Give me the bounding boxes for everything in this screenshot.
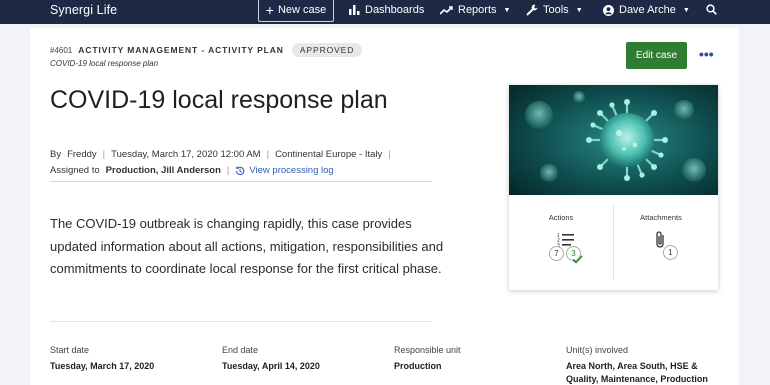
- start-date-value: Tuesday, March 17, 2020: [50, 361, 155, 371]
- nav-reports-label: Reports: [458, 4, 497, 16]
- card-divider: [613, 205, 614, 280]
- chevron-down-icon: ▼: [503, 6, 511, 14]
- case-info-line: By Freddy | Tuesday, March 17, 2020 12:0…: [50, 149, 391, 160]
- units-involved-field: Unit(s) involved Area North, Area South,…: [566, 345, 708, 385]
- divider: [50, 181, 432, 182]
- actions-total-count: 7: [549, 246, 564, 261]
- nav-reports[interactable]: Reports ▼: [440, 4, 510, 16]
- separator: |: [388, 149, 391, 160]
- case-author[interactable]: Freddy: [67, 149, 97, 160]
- edit-case-button[interactable]: Edit case: [626, 42, 687, 69]
- responsible-unit-value: Production: [394, 361, 442, 371]
- divider: [50, 321, 432, 322]
- assigned-to: Production, Jill Anderson: [105, 165, 221, 176]
- assigned-label: Assigned to: [50, 165, 100, 176]
- units-involved-value-line1: Area North, Area South, HSE &: [566, 361, 698, 371]
- view-processing-log-label: View processing log: [249, 165, 334, 176]
- view-processing-log-link[interactable]: View processing log: [235, 165, 334, 176]
- start-date-field: Start date Tuesday, March 17, 2020: [50, 345, 154, 373]
- responsible-unit-field: Responsible unit Production: [394, 345, 461, 373]
- checkmark-icon: [572, 255, 583, 264]
- wrench-icon: [526, 4, 538, 16]
- search-button[interactable]: [706, 4, 717, 15]
- nav-dashboards[interactable]: Dashboards: [349, 4, 424, 16]
- responsible-unit-label: Responsible unit: [394, 345, 461, 355]
- case-description: The COVID-19 outbreak is changing rapidl…: [50, 216, 444, 276]
- attachments-count: 1: [663, 245, 678, 260]
- plus-icon: +: [265, 2, 274, 18]
- new-case-label: New case: [277, 4, 327, 16]
- nav-user-menu[interactable]: Dave Arche ▼: [603, 4, 690, 16]
- case-page: #4601 ACTIVITY MANAGEMENT - ACTIVITY PLA…: [30, 28, 739, 385]
- start-date-label: Start date: [50, 345, 90, 355]
- units-involved-value-line2: Quality, Maintenance, Production: [566, 374, 708, 384]
- case-header-meta: #4601 ACTIVITY MANAGEMENT - ACTIVITY PLA…: [50, 43, 363, 57]
- history-icon: [236, 166, 245, 175]
- end-date-label: End date: [222, 345, 259, 355]
- new-case-button[interactable]: + New case: [258, 0, 334, 22]
- page-title: COVID-19 local response plan: [50, 86, 388, 114]
- chevron-down-icon: ▼: [682, 6, 690, 14]
- trend-line-icon: [440, 5, 453, 15]
- status-badge: APPROVED: [291, 43, 363, 57]
- actions-label: Actions: [548, 213, 574, 222]
- nav-dashboards-label: Dashboards: [365, 4, 425, 16]
- attachments-label: Attachments: [640, 213, 682, 222]
- end-date-field: End date Tuesday, April 14, 2020: [222, 345, 320, 373]
- case-assignment-line: Assigned to Production, Jill Anderson | …: [50, 165, 334, 176]
- nav-tools-label: Tools: [543, 4, 569, 16]
- separator: |: [266, 149, 270, 160]
- more-options-button[interactable]: •••: [699, 46, 714, 62]
- user-name: Dave Arche: [619, 4, 676, 16]
- case-date: Tuesday, March 17, 2020 12:00 AM: [111, 149, 261, 160]
- case-type: ACTIVITY MANAGEMENT - ACTIVITY PLAN: [78, 45, 284, 55]
- app-brand[interactable]: Synergi Life: [50, 3, 117, 17]
- case-subtitle: COVID-19 local response plan: [50, 59, 159, 68]
- bar-chart-icon: [349, 5, 360, 15]
- by-label: By: [50, 149, 62, 160]
- case-id: #4601: [50, 45, 73, 55]
- end-date-value: Tuesday, April 14, 2020: [222, 361, 320, 371]
- nav-tools[interactable]: Tools ▼: [526, 4, 583, 16]
- case-cover-image: [509, 85, 718, 195]
- separator: |: [226, 165, 230, 176]
- case-location: Continental Europe - Italy: [275, 149, 383, 160]
- user-avatar-icon: [603, 4, 614, 16]
- case-summary-card: Actions Attachments 1 2 3 7 3 1: [509, 85, 718, 290]
- top-navigation-bar: Synergi Life + New case Dashboards Repor…: [0, 0, 770, 24]
- units-involved-label: Unit(s) involved: [566, 345, 629, 355]
- chevron-down-icon: ▼: [575, 6, 583, 14]
- separator: |: [102, 149, 106, 160]
- search-icon: [706, 4, 717, 15]
